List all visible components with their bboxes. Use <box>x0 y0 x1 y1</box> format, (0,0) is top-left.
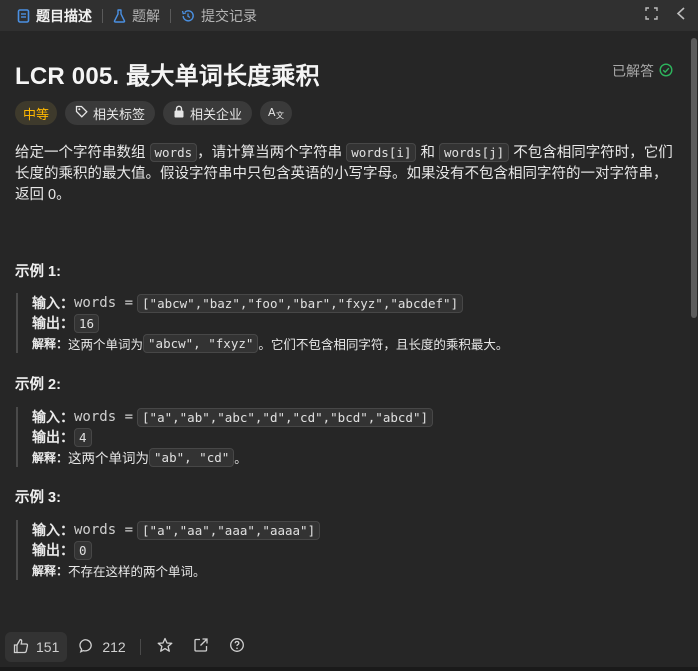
desc-text: 和 <box>416 145 439 161</box>
desc-text: ，请计算当两个字符串 <box>197 145 347 161</box>
example-title: 示例 3: <box>15 490 61 506</box>
example-output: 输出： 4 <box>32 427 433 447</box>
input-value: ["a","ab","abc","d","cd","bcd","abcd"] <box>137 407 433 427</box>
tag-row: 中等 相关标签 相关企业 A文 <box>15 101 293 125</box>
tab-divider <box>102 8 103 23</box>
desc-text: 给定一个字符串数组 <box>15 145 150 161</box>
input-label: 输入： <box>32 295 74 311</box>
example-input: 输入： words = ["a","ab","abc","d","cd","bc… <box>32 407 433 427</box>
fullscreen-icon[interactable] <box>645 6 658 25</box>
share-icon <box>193 637 209 658</box>
difficulty-badge: 中等 <box>15 101 58 125</box>
tab-bar: 题目描述 题解 提交记录 <box>0 0 698 31</box>
explain-label: 解释： <box>32 450 69 465</box>
example-input: 输入： words = ["abcw","baz","foo","bar","f… <box>32 293 508 313</box>
input-var: words = <box>74 409 134 425</box>
description-icon <box>17 8 30 23</box>
input-value: ["abcw","baz","foo","bar","fxyz","abcdef… <box>137 293 464 313</box>
page-title: LCR 005. 最大单词长度乘积 <box>15 63 320 90</box>
tag-icon <box>75 105 88 121</box>
help-icon <box>229 637 245 658</box>
example-input: 输入： words = ["a","aa","aaa","aaaa"] <box>32 520 321 540</box>
related-companies-button[interactable]: 相关企业 <box>163 101 253 125</box>
help-button[interactable] <box>219 637 255 658</box>
example-output: 输出： 0 <box>32 540 320 560</box>
output-label: 输出： <box>32 315 74 331</box>
translate-icon: A文 <box>268 105 284 122</box>
comment-icon <box>79 638 95 657</box>
tab-label: 题解 <box>132 7 160 24</box>
explain-code: "ab", "cd" <box>149 447 235 467</box>
example-block: 输入： words = ["a","aa","aaa","aaaa"] 输出： … <box>16 520 321 580</box>
example-explanation: 解释： 这两个单词为 "ab", "cd" 。 <box>32 447 433 467</box>
comment-count: 212 <box>102 639 126 655</box>
example-explanation: 解释： 这两个单词为 "abcw", "fxyz" 。它们不包含相同字符，且长度… <box>32 333 508 353</box>
example-block: 输入： words = ["abcw","baz","foo","bar","f… <box>16 293 508 353</box>
input-var: words = <box>74 295 134 311</box>
tab-submissions[interactable]: 提交记录 <box>174 0 264 31</box>
tab-label: 题目描述 <box>36 7 92 24</box>
lock-icon <box>173 105 185 121</box>
explain-text: 这两个单词为 <box>68 337 144 352</box>
output-value: 16 <box>74 313 100 333</box>
example-explanation: 解释： 不存在这样的两个单词。 <box>32 560 320 580</box>
window-controls <box>645 0 686 31</box>
like-count: 151 <box>36 639 60 655</box>
problem-description: 给定一个字符串数组 words ，请计算当两个字符串 words[i] 和 wor… <box>15 142 675 206</box>
input-value: ["a","aa","aaa","aaaa"] <box>137 520 321 540</box>
output-label: 输出： <box>32 542 74 558</box>
explain-label: 解释： <box>32 563 69 578</box>
solved-label: 已解答 <box>612 63 654 79</box>
explain-label: 解释： <box>32 336 69 351</box>
collapse-icon[interactable] <box>676 6 686 25</box>
output-label: 输出： <box>32 429 74 445</box>
tab-description[interactable]: 题目描述 <box>10 0 99 31</box>
output-value: 4 <box>74 427 92 447</box>
related-tags-button[interactable]: 相关标签 <box>65 101 156 125</box>
check-circle-icon <box>659 62 673 80</box>
bottom-border <box>0 667 698 671</box>
action-bar: 151 212 <box>0 627 698 667</box>
star-icon <box>157 637 173 658</box>
explain-text: 。它们不包含相同字符，且长度的乘积最大。 <box>258 337 509 352</box>
explain-text: 。 <box>234 451 247 466</box>
input-label: 输入： <box>32 522 74 538</box>
favorite-button[interactable] <box>147 637 183 658</box>
tab-solutions[interactable]: 题解 <box>106 0 167 31</box>
explain-text: 这两个单词为 <box>68 451 150 466</box>
inline-code: words <box>149 143 198 162</box>
inline-code: words[i] <box>346 143 417 162</box>
input-label: 输入： <box>32 409 74 425</box>
svg-text:A: A <box>268 106 276 119</box>
example-title: 示例 2: <box>15 377 61 393</box>
action-divider <box>139 639 141 655</box>
explain-text: 不存在这样的两个单词。 <box>68 564 206 579</box>
flask-icon <box>113 8 126 23</box>
thumbs-up-icon <box>13 638 29 657</box>
translate-button[interactable]: A文 <box>260 101 293 125</box>
svg-text:文: 文 <box>276 110 284 119</box>
output-value: 0 <box>74 540 92 560</box>
input-var: words = <box>74 522 134 538</box>
example-output: 输出： 16 <box>32 313 508 333</box>
explain-code: "abcw", "fxyz" <box>143 333 259 353</box>
example-block: 输入： words = ["a","ab","abc","d","cd","bc… <box>16 407 433 467</box>
example-title: 示例 1: <box>15 264 61 280</box>
related-companies-label: 相关企业 <box>190 106 243 122</box>
comments-button[interactable]: 212 <box>71 632 133 662</box>
like-button[interactable]: 151 <box>5 632 68 662</box>
scrollbar-thumb[interactable] <box>691 38 697 318</box>
share-button[interactable] <box>183 637 219 658</box>
related-tags-label: 相关标签 <box>93 106 146 122</box>
solved-status: 已解答 <box>612 61 673 81</box>
tab-label: 提交记录 <box>201 7 257 24</box>
tab-divider <box>170 8 171 23</box>
history-icon <box>181 9 195 23</box>
inline-code: words[j] <box>438 143 510 162</box>
